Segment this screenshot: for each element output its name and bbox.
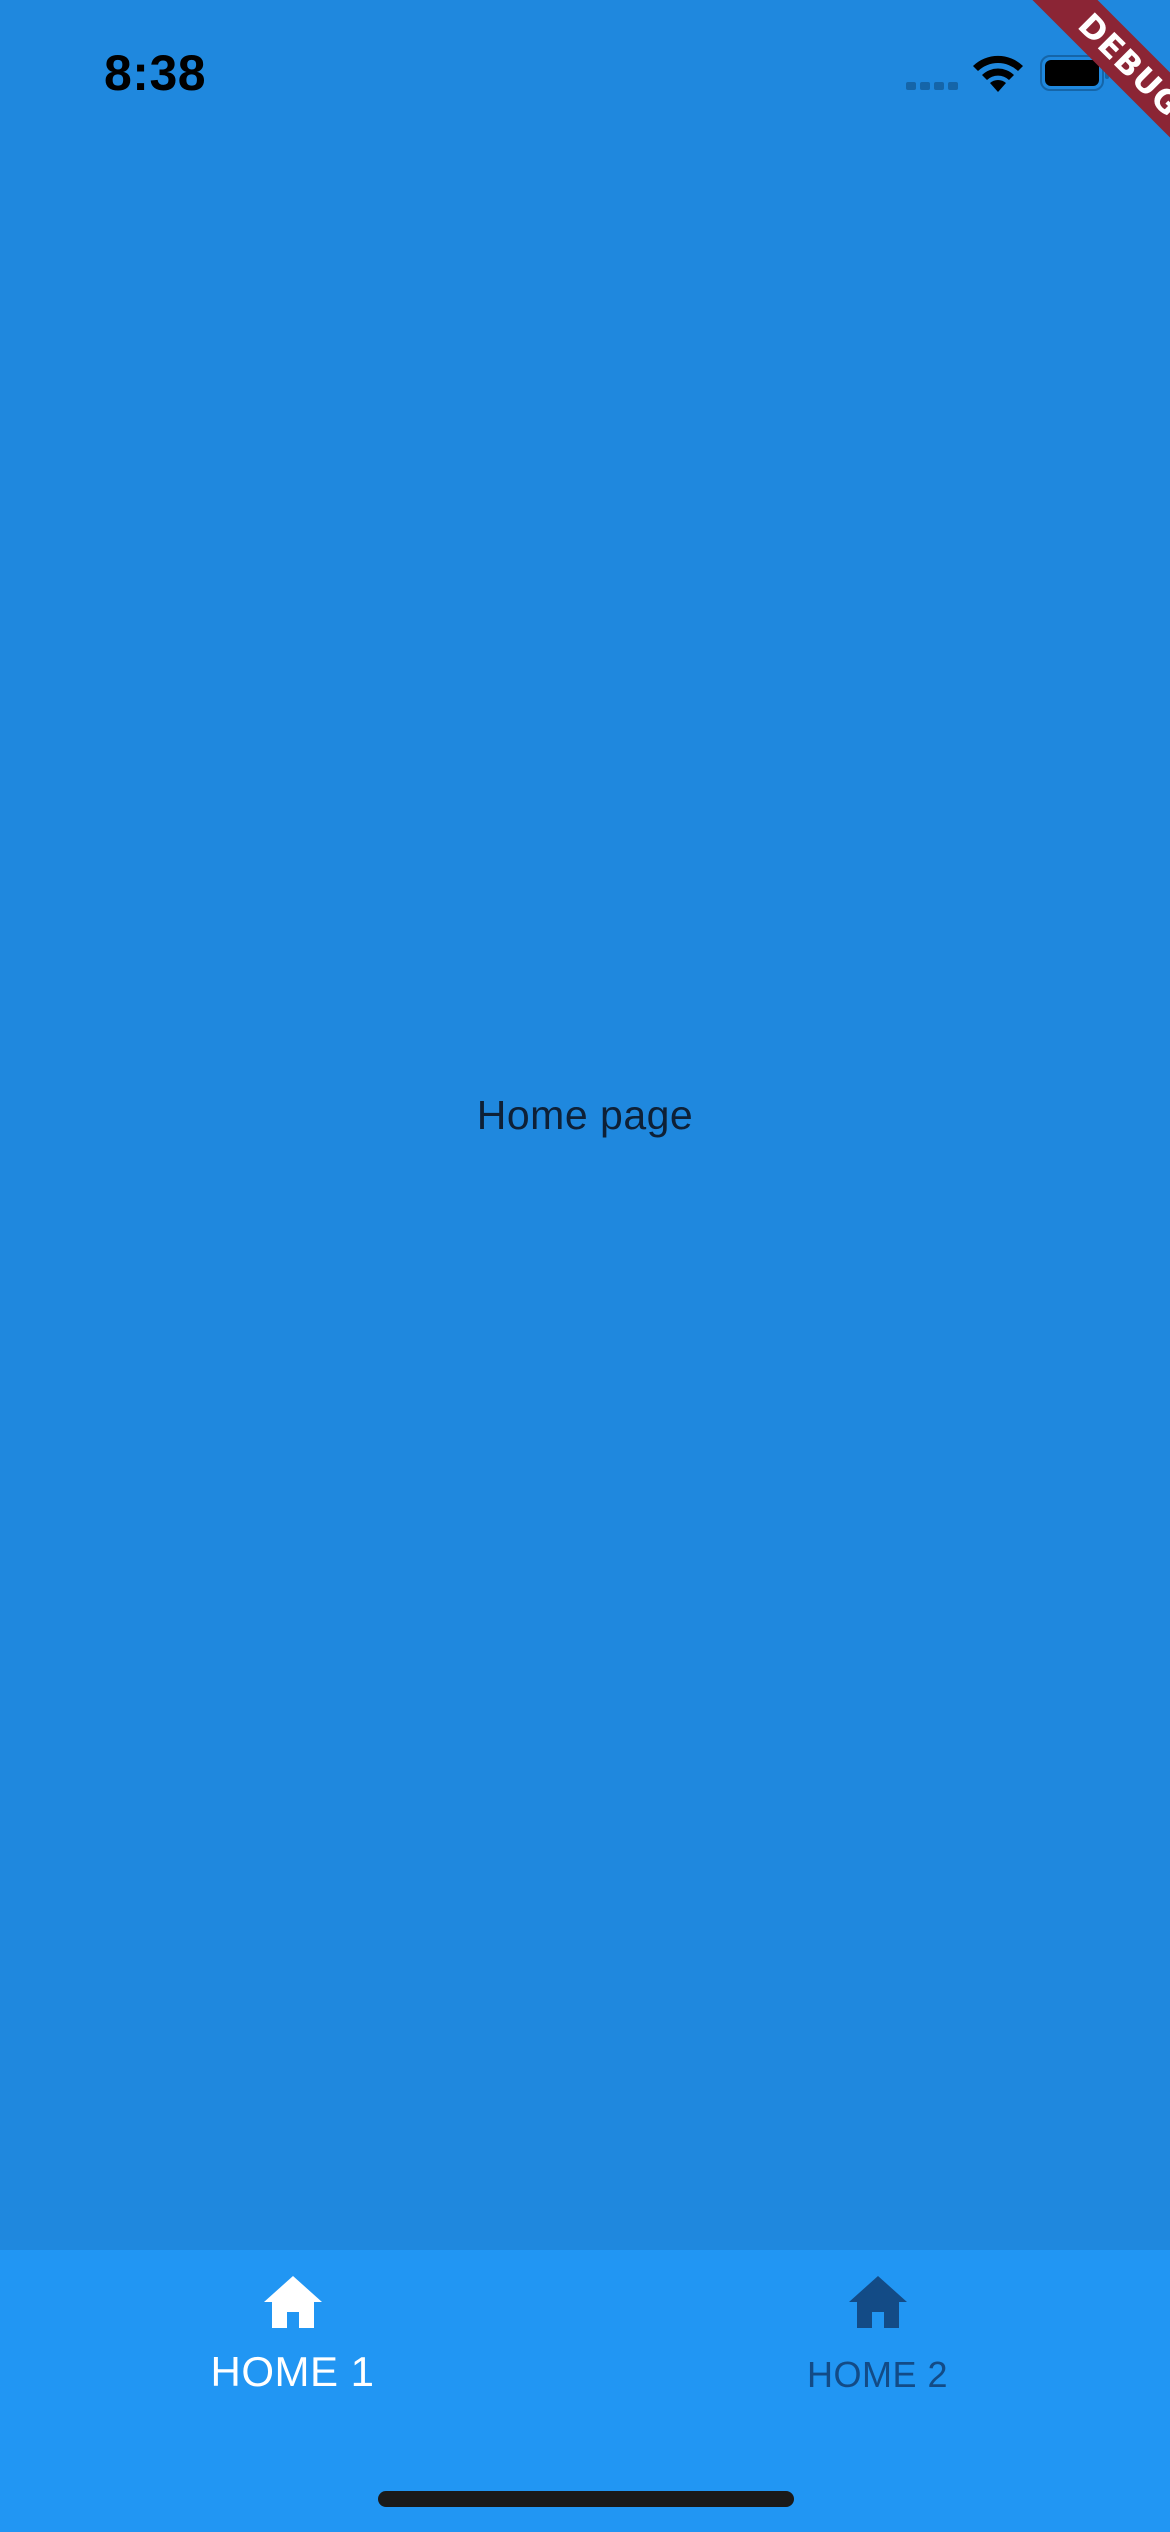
main-content: Home page <box>0 150 1170 2250</box>
home-page-text: Home page <box>476 1092 694 1138</box>
nav-item-home-1[interactable]: HOME 1 <box>0 2250 585 2450</box>
battery-icon <box>1040 55 1109 91</box>
cellular-signal-icon <box>906 82 958 90</box>
wifi-icon <box>973 55 1023 92</box>
nav-item-home-2[interactable]: HOME 2 <box>585 2250 1170 2450</box>
status-bar: 8:38 <box>0 0 1170 150</box>
nav-item-home-2-label: HOME 2 <box>806 2354 949 2395</box>
app-screen: 8:38 DEBUG Home page HOME 1 HOME 2 <box>0 0 1170 2532</box>
nav-item-home-1-label: HOME 1 <box>210 2348 375 2395</box>
home-icon <box>849 2276 907 2328</box>
home-indicator[interactable] <box>378 2491 794 2507</box>
bottom-navigation-bar: HOME 1 HOME 2 <box>0 2250 1170 2532</box>
home-icon <box>264 2276 322 2328</box>
status-time: 8:38 <box>104 45 207 101</box>
